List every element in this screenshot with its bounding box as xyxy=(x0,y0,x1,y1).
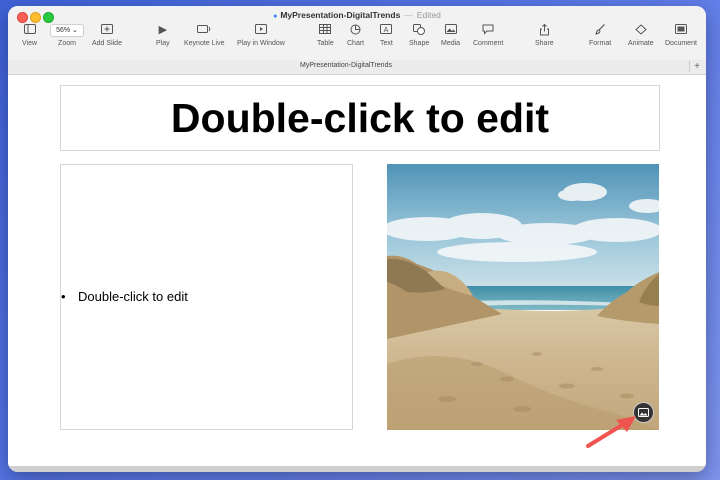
title-placeholder[interactable]: Double-click to edit xyxy=(60,85,660,151)
window-title: ● MyPresentation-DigitalTrends — Edited xyxy=(8,10,706,20)
zoom-label: Zoom xyxy=(58,40,76,47)
share-button[interactable]: Share xyxy=(535,23,554,47)
table-label: Table xyxy=(317,40,334,47)
keynote-live-label: Keynote Live xyxy=(184,40,225,47)
view-label: View xyxy=(22,40,38,47)
annotation-arrow xyxy=(586,416,636,448)
document-icon xyxy=(674,24,687,37)
play-label: Play xyxy=(156,40,170,47)
chart-button[interactable]: Chart xyxy=(347,24,364,47)
window-bottom-edge xyxy=(8,466,706,472)
play-window-icon xyxy=(254,24,267,37)
text-box-icon: A xyxy=(380,24,393,37)
title-placeholder-text: Double-click to edit xyxy=(170,94,550,141)
view-button[interactable]: View xyxy=(22,24,37,47)
media-icon xyxy=(444,24,457,37)
text-label: Text xyxy=(380,40,393,47)
play-in-window-label: Play in Window xyxy=(237,40,285,47)
document-tab[interactable]: MyPresentation-DigitalTrends xyxy=(8,62,684,69)
beach-photo xyxy=(387,164,659,430)
keynote-live-button[interactable]: Keynote Live xyxy=(184,24,224,47)
shape-button[interactable]: Shape xyxy=(409,24,429,47)
document-button[interactable]: Document xyxy=(665,24,697,47)
bullet-marker: • xyxy=(61,289,66,304)
body-placeholder[interactable]: • Double-click to edit xyxy=(60,164,353,430)
chevron-down-icon: ⌄ xyxy=(72,27,78,34)
body-placeholder-text: Double-click to edit xyxy=(78,289,188,304)
keynote-window: ● MyPresentation-DigitalTrends — Edited Vie… xyxy=(8,6,706,472)
comment-label: Comment xyxy=(473,40,504,47)
table-icon xyxy=(319,24,332,37)
add-slide-label: Add Slide xyxy=(92,40,122,47)
paintbrush-icon xyxy=(594,24,606,37)
table-button[interactable]: Table xyxy=(317,24,334,47)
svg-text:A: A xyxy=(384,27,389,34)
shape-icon xyxy=(413,24,426,37)
media-placeholder-image[interactable] xyxy=(387,164,659,430)
document-tab-bar: MyPresentation-DigitalTrends + xyxy=(8,60,706,75)
share-icon xyxy=(539,23,550,37)
comment-icon xyxy=(482,24,494,37)
play-icon: ▶ xyxy=(158,24,168,36)
comment-button[interactable]: Comment xyxy=(473,24,503,47)
format-label: Format xyxy=(589,40,612,47)
slide-canvas[interactable]: Double-click to edit • Double-click to e… xyxy=(8,75,706,466)
chart-label: Chart xyxy=(347,40,365,47)
title-separator: — xyxy=(404,10,413,20)
zoom-value: 56% xyxy=(56,27,71,34)
chart-icon xyxy=(350,24,361,37)
play-in-window-button[interactable]: Play in Window xyxy=(237,24,285,47)
shape-label: Shape xyxy=(409,40,430,47)
zoom-control[interactable]: 56% ⌄ Zoom xyxy=(50,24,84,47)
add-slide-button[interactable]: Add Slide xyxy=(92,24,122,47)
sidebar-icon xyxy=(23,24,36,37)
animate-label: Animate xyxy=(628,40,654,47)
keynote-document-icon: ● xyxy=(273,13,278,20)
new-tab-button[interactable]: + xyxy=(689,61,704,72)
title-bar: ● MyPresentation-DigitalTrends — Edited Vie… xyxy=(8,6,706,61)
add-slide-icon xyxy=(100,24,113,37)
keynote-live-icon xyxy=(196,24,212,37)
text-button[interactable]: A Text xyxy=(380,24,393,47)
media-button[interactable]: Media xyxy=(441,24,460,47)
share-label: Share xyxy=(535,40,554,47)
animate-button[interactable]: Animate xyxy=(628,24,654,47)
edited-status: Edited xyxy=(416,10,441,20)
document-label: Document xyxy=(665,40,697,47)
format-button[interactable]: Format xyxy=(589,24,611,47)
play-button[interactable]: ▶ Play xyxy=(156,24,170,47)
media-label: Media xyxy=(441,40,461,47)
animate-icon xyxy=(635,24,647,37)
zoom-select[interactable]: 56% ⌄ xyxy=(50,24,84,37)
document-name: MyPresentation-DigitalTrends xyxy=(280,10,401,20)
